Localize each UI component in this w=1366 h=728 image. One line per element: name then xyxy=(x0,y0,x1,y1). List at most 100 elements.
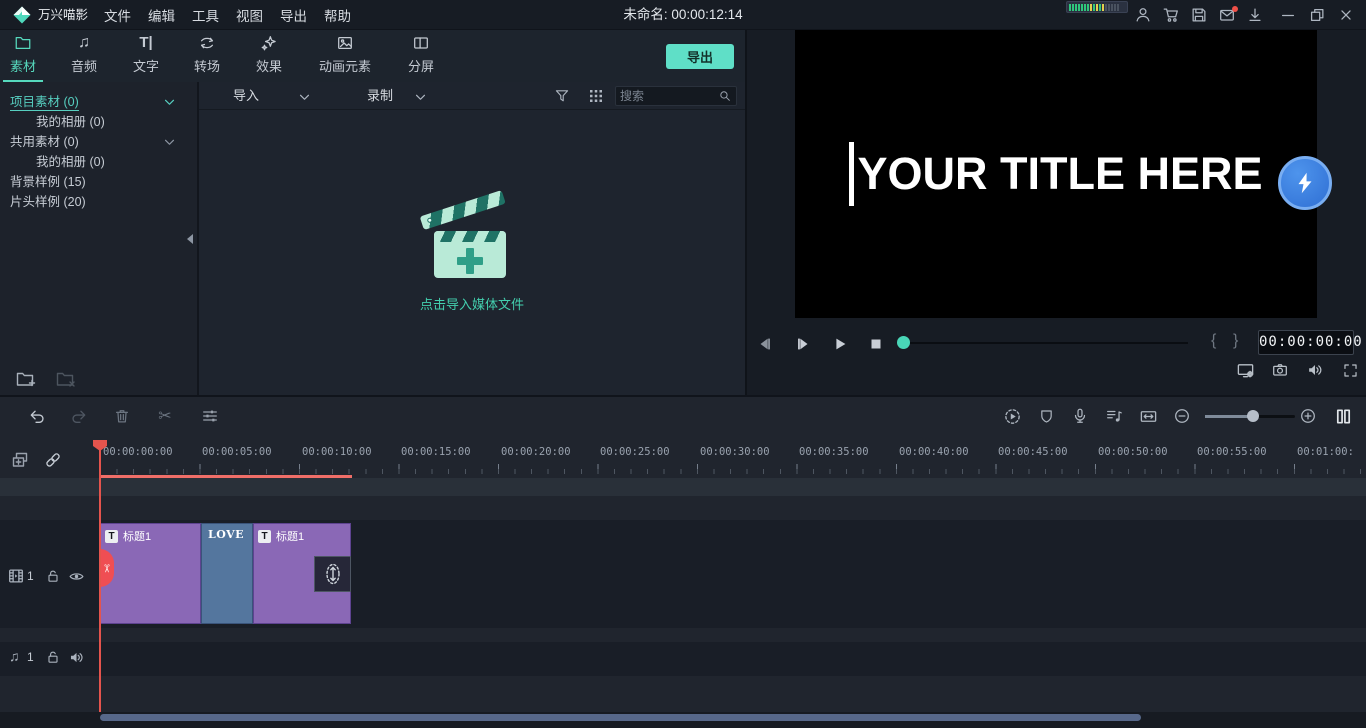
timeline-zoom-handle[interactable] xyxy=(1247,410,1259,422)
fullscreen-icon[interactable] xyxy=(1340,360,1360,380)
audio-track-lane[interactable] xyxy=(0,642,1366,676)
render-preview-icon[interactable] xyxy=(1002,406,1022,426)
export-button[interactable]: 导出 xyxy=(666,44,734,69)
search-box xyxy=(615,86,737,106)
display-settings-icon[interactable] xyxy=(1235,360,1255,380)
lock-icon[interactable] xyxy=(45,649,61,665)
audio-track-header: ♫ 1 xyxy=(0,647,100,669)
close-icon[interactable] xyxy=(1337,6,1355,24)
zoom-in-icon[interactable] xyxy=(1298,406,1318,426)
mute-speaker-icon[interactable] xyxy=(68,649,85,666)
asset-tabbar: 素材 ♫ 音频 T| 文字 转场 效果 动画元素 分屏 导出 xyxy=(0,30,745,82)
tree-item-sample-backgrounds[interactable]: 背景样例 (15) xyxy=(0,172,197,192)
voiceover-mic-icon[interactable] xyxy=(1070,406,1090,426)
tab-media[interactable]: 素材 xyxy=(0,34,46,82)
ruler-label: 00:00:30:00 xyxy=(700,446,770,458)
menu-help[interactable]: 帮助 xyxy=(324,5,351,25)
download-icon[interactable] xyxy=(1246,6,1264,24)
redo-icon[interactable] xyxy=(69,406,89,426)
track-layout-icon[interactable] xyxy=(1333,406,1353,426)
seek-handle[interactable] xyxy=(897,336,910,349)
clip-label: 标题1 xyxy=(276,528,304,544)
text-icon: T| xyxy=(139,34,152,52)
timeline-clip-title-1[interactable]: T 标题1 xyxy=(100,523,201,624)
snapshot-camera-icon[interactable] xyxy=(1270,360,1290,380)
filter-icon[interactable] xyxy=(553,87,571,105)
search-input[interactable] xyxy=(616,89,718,103)
record-dropdown[interactable]: 录制 xyxy=(367,82,393,110)
eye-icon[interactable] xyxy=(68,568,85,585)
grid-view-icon[interactable] xyxy=(587,87,605,105)
media-toolbar: 导入 录制 xyxy=(199,82,745,110)
search-icon[interactable] xyxy=(718,89,732,103)
tab-audio[interactable]: ♫ 音频 xyxy=(61,34,107,82)
preview-viewport[interactable]: YOUR TITLE HERE xyxy=(795,30,1317,318)
timeline-ruler[interactable]: 00:00:00:00 00:00:05:00 00:00:10:00 00:0… xyxy=(0,440,1366,478)
previous-frame-button[interactable] xyxy=(755,334,775,354)
store-cart-icon[interactable] xyxy=(1162,6,1180,24)
title-overlay-text[interactable]: YOUR TITLE HERE xyxy=(857,148,1262,200)
adjust-icon[interactable] xyxy=(200,406,220,426)
delete-icon[interactable] xyxy=(112,406,132,426)
title-overlay[interactable]: YOUR TITLE HERE xyxy=(849,142,1262,206)
audio-sync-icon[interactable] xyxy=(1104,406,1124,426)
delete-folder-icon[interactable] xyxy=(54,368,78,390)
split-scissors-icon[interactable]: ✂ xyxy=(155,406,175,426)
tab-effects[interactable]: 效果 xyxy=(246,34,292,82)
ruler-label: 00:00:05:00 xyxy=(202,446,272,458)
app-logo-icon xyxy=(13,6,31,24)
minimize-icon[interactable] xyxy=(1279,6,1297,24)
timeline-clip-love[interactable]: LOVE xyxy=(201,523,253,624)
collapse-sidebar-handle[interactable] xyxy=(187,234,193,244)
timeline-strip xyxy=(0,478,1366,496)
chevron-down-icon[interactable] xyxy=(164,99,175,106)
seek-bar[interactable] xyxy=(903,342,1188,344)
next-frame-button[interactable] xyxy=(793,334,813,354)
tree-item-my-album[interactable]: 我的相册 (0) xyxy=(0,112,197,132)
zoom-out-icon[interactable] xyxy=(1172,406,1192,426)
mark-out-icon[interactable]: } xyxy=(1233,332,1238,350)
account-icon[interactable] xyxy=(1134,6,1152,24)
chevron-down-icon[interactable] xyxy=(415,94,426,101)
play-button[interactable] xyxy=(830,334,850,354)
tree-item-project-media[interactable]: 项目素材 (0) xyxy=(0,92,197,112)
tab-transitions[interactable]: 转场 xyxy=(184,34,230,82)
chevron-down-icon[interactable] xyxy=(299,94,310,101)
marker-icon[interactable] xyxy=(1036,406,1056,426)
fit-timeline-icon[interactable] xyxy=(1138,406,1158,426)
instant-mode-icon[interactable] xyxy=(1278,156,1332,210)
volume-icon[interactable] xyxy=(1305,360,1325,380)
restore-icon[interactable] xyxy=(1308,6,1326,24)
menu-export[interactable]: 导出 xyxy=(280,5,307,25)
add-track-icon[interactable] xyxy=(9,449,31,471)
import-media-dropzone[interactable] xyxy=(422,198,522,290)
stop-button[interactable] xyxy=(866,334,886,354)
menu-bar: 文件 编辑 工具 视图 导出 帮助 xyxy=(104,0,351,30)
menu-file[interactable]: 文件 xyxy=(104,5,131,25)
menu-view[interactable]: 视图 xyxy=(236,5,263,25)
tab-label: 音频 xyxy=(71,56,97,75)
menu-edit[interactable]: 编辑 xyxy=(148,5,175,25)
tab-elements[interactable]: 动画元素 xyxy=(309,34,381,82)
chevron-down-icon[interactable] xyxy=(164,139,175,146)
import-hint-text[interactable]: 点击导入媒体文件 xyxy=(199,294,745,313)
mark-in-icon[interactable]: { xyxy=(1211,332,1216,350)
lock-icon[interactable] xyxy=(45,568,61,584)
tab-text[interactable]: T| 文字 xyxy=(123,34,169,82)
tree-item-shared-media[interactable]: 共用素材 (0) xyxy=(0,132,197,152)
clapperboard-icon xyxy=(420,190,506,230)
timeline-zoom-fill xyxy=(1205,415,1253,418)
tree-item-sample-intros[interactable]: 片头样例 (20) xyxy=(0,192,197,212)
import-dropdown[interactable]: 导入 xyxy=(233,82,259,110)
timeline-scrollbar[interactable] xyxy=(100,714,1141,721)
auto-ripple-link-icon[interactable] xyxy=(42,449,64,471)
tree-item-my-album-2[interactable]: 我的相册 (0) xyxy=(0,152,197,172)
add-folder-icon[interactable] xyxy=(14,368,38,390)
save-icon[interactable] xyxy=(1190,6,1208,24)
clip-move-cursor[interactable] xyxy=(314,556,351,592)
split-screen-icon xyxy=(412,34,430,52)
audio-level-meter xyxy=(1066,1,1128,13)
menu-tools[interactable]: 工具 xyxy=(192,5,219,25)
undo-icon[interactable] xyxy=(26,406,46,426)
tab-splitscreen[interactable]: 分屏 xyxy=(398,34,444,82)
